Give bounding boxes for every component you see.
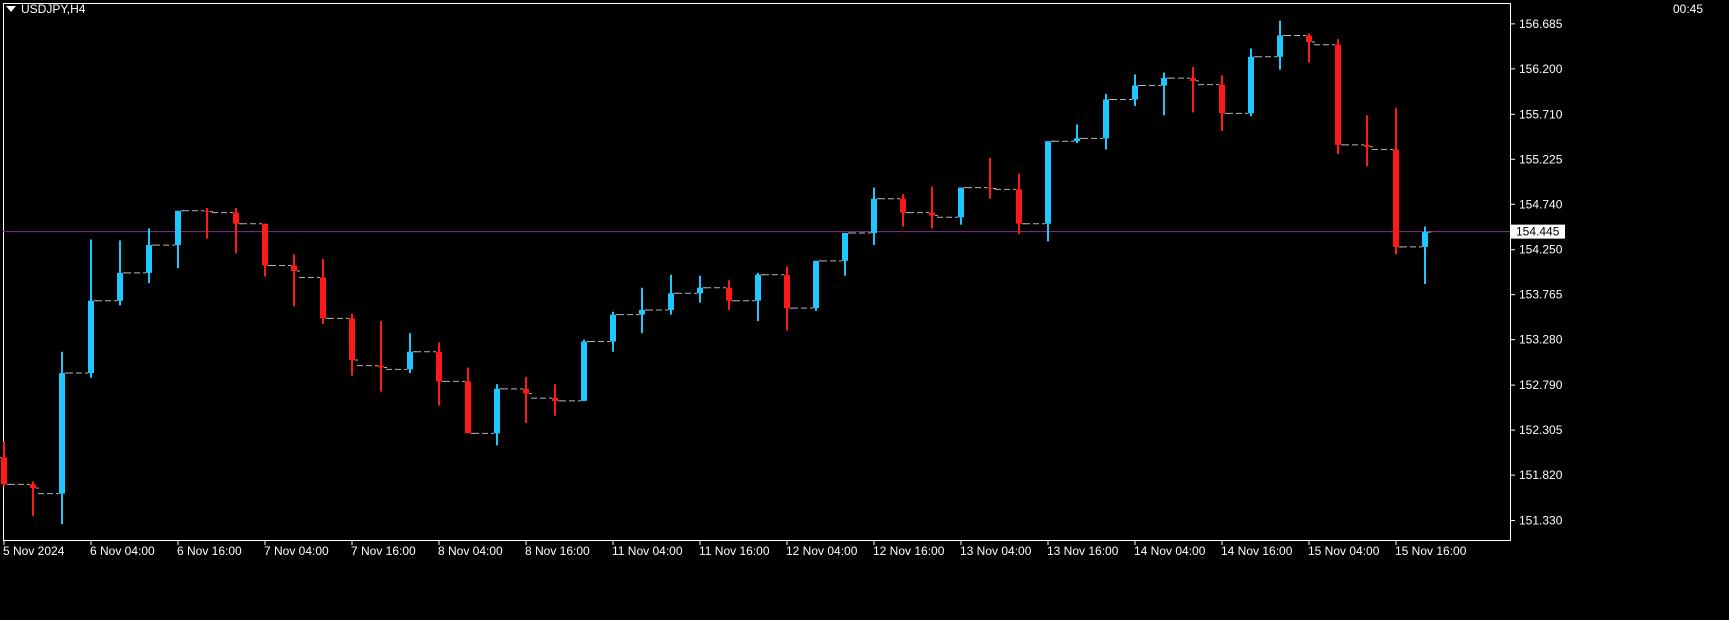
y-tick-label: 152.790	[1519, 378, 1563, 392]
candle-body	[987, 187, 993, 189]
x-tick-label: 12 Nov 04:00	[786, 544, 858, 558]
plot-frame	[3, 3, 1511, 541]
y-tick-label: 156.200	[1519, 62, 1563, 76]
candle-body	[146, 245, 152, 273]
candle-body	[871, 198, 877, 234]
x-tick-label: 8 Nov 16:00	[525, 544, 590, 558]
candle-body	[59, 373, 65, 494]
candle-body	[436, 351, 442, 382]
clock-label: 00:45	[1672, 2, 1703, 16]
x-tick-label: 5 Nov 2024	[3, 544, 65, 558]
candle-body	[1132, 85, 1138, 100]
candle-body	[1016, 189, 1022, 224]
x-tick-label: 15 Nov 16:00	[1395, 544, 1467, 558]
candle-body	[204, 210, 210, 212]
candle-body	[1393, 149, 1399, 247]
x-tick-label: 13 Nov 04:00	[960, 544, 1032, 558]
candle-body	[1, 457, 7, 485]
candle-body	[320, 277, 326, 319]
candle-body	[88, 300, 94, 374]
candle-body	[1277, 35, 1283, 57]
x-tick-label: 11 Nov 04:00	[612, 544, 683, 558]
y-tick-label: 152.305	[1519, 423, 1563, 437]
candle-body	[1364, 144, 1370, 147]
candle-body	[697, 287, 703, 294]
candle-body	[813, 260, 819, 309]
y-tick-label: 151.820	[1519, 468, 1563, 482]
candle-body	[465, 381, 471, 434]
candle-body	[726, 287, 732, 301]
candle-body	[233, 212, 239, 224]
x-tick-label: 6 Nov 16:00	[177, 544, 242, 558]
y-tick-label: 153.765	[1519, 288, 1563, 302]
candle-body	[262, 223, 268, 266]
x-tick-label: 7 Nov 16:00	[351, 544, 416, 558]
candle-body	[523, 388, 529, 394]
candlestick-chart[interactable]: 156.685 156.200 155.710 155.225 154.740 154.2…	[0, 0, 1729, 620]
candle-body	[1306, 35, 1312, 42]
candle-body	[552, 398, 558, 401]
candle-body	[407, 351, 413, 370]
y-tick-label: 155.710	[1519, 107, 1563, 121]
candle-body	[1161, 78, 1167, 86]
candle-body	[30, 484, 36, 489]
candle-body	[1045, 141, 1051, 224]
symbol-selector[interactable]: USDJPY,H4	[6, 2, 85, 16]
x-tick-label: 7 Nov 04:00	[264, 544, 329, 558]
candle-body	[784, 274, 790, 309]
candle-body	[117, 272, 123, 301]
candle-body	[958, 187, 964, 218]
candle-body	[755, 274, 761, 301]
candle-body	[581, 341, 587, 401]
symbol-label: USDJPY,H4	[21, 2, 86, 16]
x-tick-label: 14 Nov 04:00	[1134, 544, 1206, 558]
x-tick-label: 8 Nov 04:00	[438, 544, 503, 558]
candle-body	[378, 365, 384, 368]
candle-body	[668, 293, 674, 310]
candle-body	[1335, 44, 1341, 145]
y-tick-label: 154.740	[1519, 197, 1563, 211]
y-tick-label: 153.280	[1519, 333, 1563, 347]
candle-body	[349, 318, 355, 361]
candle-body	[494, 388, 500, 434]
candle-body	[929, 212, 935, 216]
y-tick-label: 154.250	[1519, 243, 1563, 257]
candle-body	[1074, 138, 1080, 142]
y-tick-label: 156.685	[1519, 17, 1563, 31]
candle-body	[639, 309, 645, 315]
candle-body	[1219, 84, 1225, 114]
x-tick-label: 13 Nov 16:00	[1047, 544, 1119, 558]
candle-body	[1422, 232, 1428, 247]
x-tick-label: 15 Nov 04:00	[1308, 544, 1380, 558]
x-tick-label: 11 Nov 16:00	[699, 544, 770, 558]
x-tick-label: 6 Nov 04:00	[90, 544, 155, 558]
candle-body	[175, 210, 181, 246]
x-tick-label: 14 Nov 16:00	[1221, 544, 1293, 558]
current-price-label: 154.445	[1516, 225, 1560, 239]
chart-window[interactable]: 156.685 156.200 155.710 155.225 154.740 154.2…	[0, 0, 1729, 620]
candle-body	[1103, 99, 1109, 139]
y-tick-label: 155.225	[1519, 152, 1563, 166]
candle-body	[610, 314, 616, 342]
x-tick-label: 12 Nov 16:00	[873, 544, 945, 558]
candle-body	[842, 233, 848, 261]
candle-body	[291, 265, 297, 272]
candle-body	[1190, 78, 1196, 81]
triangle-down-icon[interactable]	[6, 6, 16, 12]
y-tick-label: 151.330	[1519, 514, 1563, 528]
candle-body	[900, 198, 906, 213]
candle-body	[1248, 56, 1254, 114]
